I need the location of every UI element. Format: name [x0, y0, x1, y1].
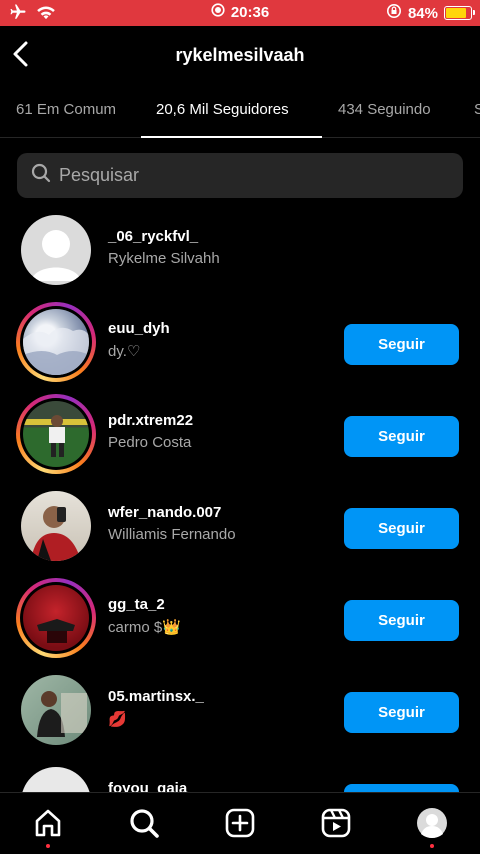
profile-icon[interactable] [416, 807, 448, 839]
battery-percent: 84% [407, 4, 438, 22]
tab-following[interactable]: 434 Seguindo [338, 88, 431, 138]
active-tab-indicator [141, 136, 322, 138]
profile-notification-dot [430, 844, 434, 848]
list-item[interactable]: _06_ryckfvl_ Rykelme Silvahh [0, 204, 480, 296]
clock-time: 20:36 [230, 3, 270, 21]
username[interactable]: gg_ta_2 [108, 596, 165, 613]
avatar-story-ring[interactable] [16, 394, 96, 474]
list-item[interactable]: wfer_nando.007 Williamis Fernando Seguir [0, 480, 480, 572]
follow-button[interactable]: Seguir [344, 416, 459, 457]
avatar-photo [37, 691, 87, 737]
battery-icon [444, 6, 475, 20]
follow-button[interactable]: Seguir [344, 600, 459, 641]
list-item[interactable]: gg_ta_2 carmo $👑 Seguir [0, 572, 480, 664]
avatar-photo [23, 327, 89, 375]
avatar[interactable] [16, 670, 96, 750]
search-input[interactable] [59, 165, 439, 186]
full-name: Pedro Costa [108, 434, 192, 451]
list-item[interactable]: pdr.xtrem22 Pedro Costa Seguir [0, 388, 480, 480]
tab-mutual[interactable]: 61 Em Comum [16, 88, 116, 138]
avatar-photo [23, 415, 89, 457]
home-notification-dot [46, 844, 50, 848]
avatar-photo [31, 506, 81, 561]
page-title: rykelmesilvaah [175, 45, 305, 65]
list-item[interactable]: foyou_gaia Seguir [0, 756, 480, 794]
bottom-nav [0, 792, 480, 854]
username[interactable]: wfer_nando.007 [108, 504, 221, 521]
username[interactable]: euu_dyh [108, 320, 170, 337]
tab-suggested[interactable]: S [474, 88, 480, 138]
default-avatar-icon [31, 230, 81, 281]
full-name: dy.♡ [108, 343, 141, 360]
full-name: Rykelme Silvahh [108, 250, 220, 267]
avatar[interactable] [16, 210, 96, 290]
avatar-photo [37, 619, 75, 643]
tab-bar: 61 Em Comum 20,6 Mil Seguidores 434 Segu… [0, 88, 480, 138]
home-icon[interactable] [32, 807, 64, 839]
rotation-lock-icon [386, 3, 402, 23]
tab-followers[interactable]: 20,6 Mil Seguidores [156, 88, 289, 138]
reels-icon[interactable] [320, 807, 352, 839]
full-name: 💋 [108, 711, 127, 728]
create-icon[interactable] [224, 807, 256, 839]
username[interactable]: _06_ryckfvl_ [108, 228, 198, 245]
full-name: carmo $👑 [108, 619, 181, 636]
search-icon [31, 163, 51, 188]
username[interactable]: pdr.xtrem22 [108, 412, 193, 429]
avatar[interactable] [16, 486, 96, 566]
search-icon[interactable] [128, 807, 160, 839]
avatar-story-ring[interactable] [16, 302, 96, 382]
follow-button[interactable]: Seguir [344, 692, 459, 733]
username[interactable]: 05.martinsx._ [108, 688, 204, 705]
avatar-story-ring[interactable] [16, 578, 96, 658]
search-bar[interactable] [17, 153, 463, 198]
header: rykelmesilvaah [0, 26, 480, 84]
screen-record-icon [211, 3, 225, 21]
followers-list: _06_ryckfvl_ Rykelme Silvahh euu_dyh dy.… [0, 204, 480, 794]
list-item[interactable]: euu_dyh dy.♡ Seguir [0, 296, 480, 388]
full-name: Williamis Fernando [108, 526, 236, 543]
follow-button[interactable]: Seguir [344, 508, 459, 549]
status-bar: 20:36 84% [0, 0, 480, 26]
avatar[interactable] [16, 762, 96, 794]
list-item[interactable]: 05.martinsx._ 💋 Seguir [0, 664, 480, 756]
follow-button[interactable]: Seguir [344, 324, 459, 365]
